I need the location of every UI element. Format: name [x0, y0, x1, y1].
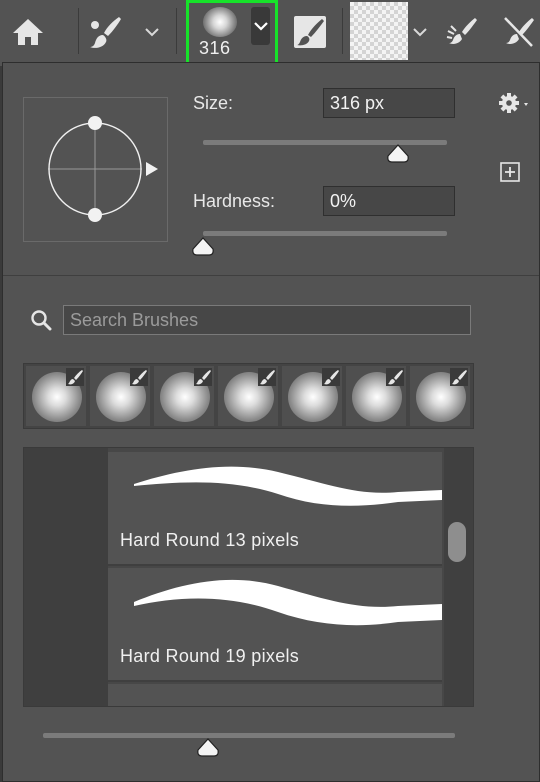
pattern-swatch[interactable]	[350, 2, 408, 60]
brush-name: Hard Round 19 pixels	[120, 646, 300, 666]
brush-list: Hard Round 13 pixels Hard Round 19 pixel…	[23, 447, 474, 707]
brush-preset-thumbnail	[203, 7, 237, 37]
recent-brush[interactable]	[154, 366, 214, 426]
hardness-slider-thumb[interactable]	[191, 237, 215, 257]
brush-tip-preview	[23, 97, 168, 242]
size-label: Size:	[193, 93, 234, 113]
brush-preset-picker[interactable]: 316	[186, 0, 278, 70]
toolbar-separator	[176, 8, 177, 54]
brush-badge-icon	[452, 370, 467, 385]
airbrush-button[interactable]	[444, 14, 480, 50]
brush-list-item[interactable]: Hard Round 13 pixels	[108, 452, 442, 566]
new-preset-button[interactable]	[499, 161, 521, 183]
brush-size-readout: 316	[199, 38, 231, 58]
recent-brush[interactable]	[218, 366, 278, 426]
panel-divider	[3, 275, 539, 276]
chevron-down-icon	[413, 27, 427, 36]
brush-badge-icon	[260, 370, 275, 385]
brush-angle-icon	[504, 17, 534, 47]
brush-angle-button[interactable]	[500, 14, 536, 50]
recent-brush[interactable]	[410, 366, 470, 426]
hardness-input[interactable]: 0%	[323, 186, 455, 216]
search-icon	[31, 310, 52, 331]
chevron-down-icon	[145, 27, 159, 36]
home-button[interactable]	[10, 14, 46, 50]
brush-badge-icon	[388, 370, 403, 385]
gear-icon	[499, 93, 528, 113]
options-bar: 316	[0, 0, 540, 70]
brush-list-item[interactable]	[108, 684, 442, 706]
size-slider-thumb[interactable]	[386, 144, 410, 164]
airbrush-icon	[446, 18, 477, 44]
brush-badge-icon	[132, 370, 147, 385]
brush-preset-panel: Size: 316 px Hardness: 0% Search Brushes…	[2, 62, 540, 782]
recent-brushes-row	[23, 363, 474, 429]
home-icon	[13, 19, 43, 45]
brush-preset-dropdown-button[interactable]	[251, 7, 270, 45]
pattern-dropdown[interactable]	[410, 20, 430, 44]
preview-size-slider-track[interactable]	[43, 733, 455, 738]
panel-settings-menu[interactable]	[497, 91, 533, 115]
hardness-slider-track[interactable]	[203, 231, 447, 236]
recent-brush[interactable]	[346, 366, 406, 426]
brush-stroke-preview	[134, 579, 442, 626]
recent-brush[interactable]	[282, 366, 342, 426]
brush-list-scrollbar[interactable]	[444, 448, 473, 706]
search-icon-wrap	[29, 308, 53, 332]
hardness-label: Hardness:	[193, 191, 276, 211]
chevron-down-icon	[253, 21, 268, 31]
brush-stroke-preview	[134, 466, 442, 506]
new-preset-icon	[500, 162, 520, 182]
brush-list-indent	[24, 448, 108, 706]
scrollbar-thumb[interactable]	[448, 522, 466, 562]
preview-size-slider-thumb[interactable]	[196, 738, 220, 758]
brush-tool-icon	[90, 17, 121, 48]
search-brushes-input[interactable]: Search Brushes	[63, 305, 471, 335]
recent-brush[interactable]	[26, 366, 86, 426]
brush-badge-icon	[68, 370, 83, 385]
toolbar-separator	[78, 8, 79, 54]
toolbar-separator	[342, 8, 343, 54]
brush-tool-dropdown[interactable]	[142, 20, 162, 44]
brush-name: Hard Round 13 pixels	[120, 530, 300, 550]
brush-tool-button[interactable]	[86, 12, 126, 52]
size-slider-track[interactable]	[203, 140, 447, 145]
brush-badge-icon	[324, 370, 339, 385]
size-input[interactable]: 316 px	[323, 88, 455, 118]
brush-settings-toggle[interactable]	[292, 14, 328, 50]
brush-angle-roundness-widget[interactable]	[24, 98, 167, 241]
brush-badge-icon	[196, 370, 211, 385]
brush-settings-panel-icon	[294, 16, 326, 48]
recent-brush[interactable]	[90, 366, 150, 426]
brush-list-item[interactable]: Hard Round 19 pixels	[108, 568, 442, 682]
